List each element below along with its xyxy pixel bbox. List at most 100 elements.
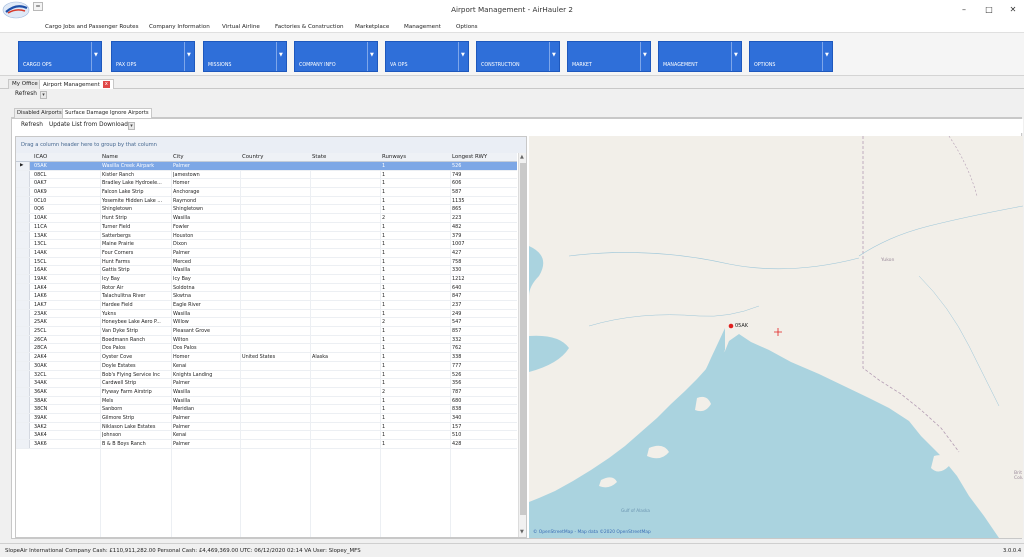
- table-row[interactable]: 0CL0 Yosemite Hidden Lake ... Raymond 1 1135: [16, 196, 517, 206]
- menu-marketplace[interactable]: Marketplace: [355, 24, 389, 30]
- table-row[interactable]: ▶ 05AK Wasilla Creek Airpark Palmer 1 526: [16, 162, 517, 171]
- ribbon-dropdown[interactable]: ▼: [822, 42, 832, 71]
- table-row[interactable]: 0AK9 Falcon Lake Strip Anchorage 1 587: [16, 188, 517, 197]
- panel-refresh-button[interactable]: Refresh: [21, 122, 43, 128]
- table-row[interactable]: 08CL Kistler Ranch Jamestown 1 749: [16, 170, 517, 180]
- table-row[interactable]: 36AK Flyway Farm Airstrip Wasilla 2 787: [16, 387, 517, 397]
- row-selector[interactable]: [16, 309, 30, 318]
- scroll-up-icon[interactable]: ▲: [520, 154, 524, 160]
- update-list-button[interactable]: Update List from Download: [49, 122, 128, 128]
- maximize-button[interactable]: □: [980, 4, 998, 16]
- row-selector[interactable]: [16, 353, 30, 362]
- table-row[interactable]: 11CA Turner Field Fowler 1 482: [16, 222, 517, 232]
- table-row[interactable]: 3AK4 Johnson Kenai 1 510: [16, 431, 517, 440]
- tab-airport-management[interactable]: Airport Management x: [39, 79, 114, 89]
- row-selector[interactable]: [16, 370, 30, 379]
- row-selector[interactable]: [16, 231, 30, 240]
- row-selector[interactable]: [16, 266, 30, 275]
- ribbon-construction-button[interactable]: CONSTRUCTION ▼: [476, 41, 560, 72]
- table-row[interactable]: 1AK7 Hardee Field Eagle River 1 237: [16, 301, 517, 310]
- ribbon-dropdown[interactable]: ▼: [91, 42, 101, 71]
- table-row[interactable]: 3AK6 B & B Boys Ranch Palmer 1 428: [16, 440, 517, 449]
- table-row[interactable]: 39AK Gilmore Strip Palmer 1 340: [16, 413, 517, 423]
- row-selector[interactable]: [16, 344, 30, 353]
- grid-vertical-scrollbar[interactable]: ▲ ▼: [518, 153, 526, 537]
- column-header-country[interactable]: Country: [242, 154, 263, 160]
- menu-cargo-jobs[interactable]: Cargo Jobs and Passenger Routes: [45, 24, 139, 30]
- table-row[interactable]: 0Q6 Shingletown Shingletown 1 865: [16, 205, 517, 215]
- airport-map[interactable]: 05AK Yukon Brit Colum Gulf of Alaska © O…: [529, 136, 1023, 538]
- row-selector[interactable]: [16, 188, 30, 197]
- table-row[interactable]: 28CA Dos Palos Dos Palos 1 762: [16, 344, 517, 354]
- table-row[interactable]: 13CL Maine Prairie Dixon 1 1007: [16, 240, 517, 249]
- scroll-thumb[interactable]: [520, 163, 526, 515]
- scroll-down-icon[interactable]: ▼: [520, 529, 524, 535]
- tab-disabled-airports[interactable]: Disabled Airports: [14, 108, 65, 118]
- table-row[interactable]: 15CL Hunt Farms Merced 1 758: [16, 257, 517, 267]
- row-selector[interactable]: [16, 301, 30, 309]
- ribbon-company-info-button[interactable]: COMPANY INFO ▼: [294, 41, 378, 72]
- row-selector[interactable]: [16, 327, 30, 336]
- minimize-button[interactable]: –: [955, 4, 973, 16]
- row-selector[interactable]: [16, 361, 30, 370]
- row-selector[interactable]: [16, 214, 30, 223]
- column-header-longest-rwy[interactable]: Longest RWY: [452, 154, 487, 160]
- refresh-button[interactable]: Refresh: [15, 91, 37, 97]
- column-header-name[interactable]: Name: [102, 154, 118, 160]
- row-selector[interactable]: [16, 240, 30, 249]
- ribbon-va-ops-button[interactable]: VA OPS ▼: [385, 41, 469, 72]
- table-row[interactable]: 38CN Sanborn Meridian 1 838: [16, 405, 517, 414]
- table-row[interactable]: 13AK Satterbergs Houston 1 379: [16, 231, 517, 241]
- menu-options[interactable]: Options: [456, 24, 478, 30]
- table-row[interactable]: 34AK Cardwell Strip Palmer 1 356: [16, 379, 517, 388]
- row-selector[interactable]: [16, 196, 30, 205]
- row-selector[interactable]: [16, 413, 30, 422]
- ribbon-dropdown[interactable]: ▼: [640, 42, 650, 71]
- row-selector[interactable]: [16, 387, 30, 396]
- table-row[interactable]: 0AK7 Bradley Lake Hydroele... Homer 1 606: [16, 179, 517, 189]
- row-selector[interactable]: [16, 274, 30, 283]
- row-selector[interactable]: [16, 422, 30, 431]
- column-header-runways[interactable]: Runways: [382, 154, 406, 160]
- row-selector[interactable]: [16, 335, 30, 344]
- menu-factories-construction[interactable]: Factories & Construction: [275, 24, 344, 30]
- table-row[interactable]: 38AK Mels Wasilla 1 680: [16, 396, 517, 406]
- map-attribution-link[interactable]: © OpenStreetMap - Map data ©2020 OpenStr…: [533, 530, 651, 535]
- ribbon-cargo-ops-button[interactable]: CARGO OPS ▼: [18, 41, 102, 72]
- row-selector[interactable]: [16, 405, 30, 414]
- table-row[interactable]: 10AK Hunt Strip Wasilla 2 223: [16, 214, 517, 223]
- ribbon-dropdown[interactable]: ▼: [458, 42, 468, 71]
- ribbon-options-button[interactable]: OPTIONS ▼: [749, 41, 833, 72]
- table-row[interactable]: 32CL Bob's Flying Service Inc Knights Land…: [16, 370, 517, 380]
- menu-company-information[interactable]: Company Information: [149, 24, 210, 30]
- ribbon-management-button[interactable]: MANAGEMENT ▼: [658, 41, 742, 72]
- toolbar-overflow-icon[interactable]: ▾: [40, 91, 47, 99]
- table-row[interactable]: 19AK Icy Bay Icy Bay 1 1212: [16, 274, 517, 284]
- group-by-hint[interactable]: Drag a column header here to group by th…: [16, 137, 526, 153]
- row-selector[interactable]: [16, 205, 30, 214]
- row-selector[interactable]: [16, 179, 30, 188]
- ribbon-dropdown[interactable]: ▼: [276, 42, 286, 71]
- row-selector[interactable]: [16, 292, 30, 301]
- close-window-button[interactable]: ✕: [1004, 4, 1022, 16]
- table-row[interactable]: 23AK Yukns Wasilla 1 249: [16, 309, 517, 319]
- row-selector[interactable]: [16, 379, 30, 388]
- tab-surface-damage-ignore[interactable]: Surface Damage Ignore Airports: [62, 108, 152, 118]
- row-selector[interactable]: [16, 170, 30, 179]
- row-selector[interactable]: [16, 248, 30, 257]
- toolbar-overflow-icon[interactable]: ▾: [128, 122, 135, 130]
- row-selector[interactable]: [16, 283, 30, 292]
- ribbon-dropdown[interactable]: ▼: [367, 42, 377, 71]
- table-row[interactable]: 25AK Honeybee Lake Aero P... Willow 2 547: [16, 318, 517, 328]
- table-row[interactable]: 3AK2 Niklason Lake Estates Palmer 1 157: [16, 422, 517, 432]
- ribbon-pax-ops-button[interactable]: PAX OPS ▼: [111, 41, 195, 72]
- row-selector[interactable]: [16, 440, 30, 448]
- row-selector[interactable]: [16, 396, 30, 405]
- table-row[interactable]: 14AK Four Corners Palmer 1 427: [16, 248, 517, 258]
- close-icon[interactable]: x: [102, 81, 110, 88]
- table-row[interactable]: 1AK6 Talachulitna River Skwtna 1 847: [16, 292, 517, 301]
- ribbon-market-button[interactable]: MARKET ▼: [567, 41, 651, 72]
- ribbon-dropdown[interactable]: ▼: [184, 42, 194, 71]
- table-row[interactable]: 2AK4 Oyster Cove Homer United States Alaska 1…: [16, 353, 517, 362]
- tab-my-office[interactable]: My Office: [8, 79, 42, 89]
